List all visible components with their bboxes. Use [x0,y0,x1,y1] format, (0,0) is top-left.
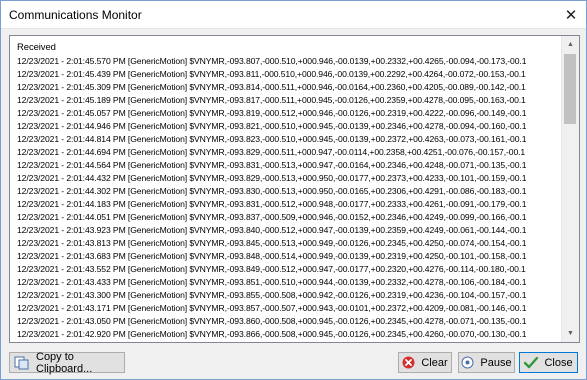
log-line: 12/23/2021 - 2:01:44.051 PM [GenericMoti… [17,212,527,222]
scroll-up-icon[interactable]: ▲ [562,36,579,53]
log-line: 12/23/2021 - 2:01:43.923 PM [GenericMoti… [17,225,527,235]
log-line: 12/23/2021 - 2:01:43.552 PM [GenericMoti… [17,264,526,274]
log-line: 12/23/2021 - 2:01:43.171 PM [GenericMoti… [17,303,527,313]
received-log-panel[interactable]: Received 12/23/2021 - 2:01:45.570 PM [Ge… [9,35,580,343]
log-line: 12/23/2021 - 2:01:44.564 PM [GenericMoti… [17,160,527,170]
log-line: 12/23/2021 - 2:01:45.439 PM [GenericMoti… [17,69,526,79]
pause-icon [461,356,474,369]
log-line: 12/23/2021 - 2:01:43.050 PM [GenericMoti… [17,316,527,326]
log-line: 12/23/2021 - 2:01:45.570 PM [GenericMoti… [17,56,527,66]
communications-monitor-window: Communications Monitor ✕ Received 12/23/… [0,0,587,380]
close-button[interactable]: Close [519,352,578,373]
clear-button[interactable]: Clear [398,352,452,373]
window-title: Communications Monitor [9,8,142,22]
clear-icon [402,356,415,369]
log-line: 12/23/2021 - 2:01:43.433 PM [GenericMoti… [17,277,527,287]
log-line: 12/23/2021 - 2:01:45.309 PM [GenericMoti… [17,82,526,92]
log-line: 12/23/2021 - 2:01:44.432 PM [GenericMoti… [17,173,527,183]
log-line: 12/23/2021 - 2:01:43.300 PM [GenericMoti… [17,290,527,300]
copy-to-clipboard-button[interactable]: Copy to Clipboard... [9,350,125,375]
checkmark-icon [524,356,539,369]
scroll-down-icon[interactable]: ▼ [562,325,579,342]
log-line: 12/23/2021 - 2:01:44.183 PM [GenericMoti… [17,199,527,209]
pause-button[interactable]: Pause [458,352,515,373]
scroll-thumb[interactable] [564,54,576,124]
log-line: 12/23/2021 - 2:01:42.920 PM [GenericMoti… [17,329,527,339]
log-line: 12/23/2021 - 2:01:45.057 PM [GenericMoti… [17,108,527,118]
log-header: Received [17,42,56,53]
vertical-scrollbar[interactable]: ▲ ▼ [561,36,579,342]
clear-button-label: Clear [421,356,448,369]
log-line: 12/23/2021 - 2:01:44.814 PM [GenericMoti… [17,134,527,144]
log-line: 12/23/2021 - 2:01:44.694 PM [GenericMoti… [17,147,526,157]
close-button-label: Close [544,356,573,369]
log-line: 12/23/2021 - 2:01:43.813 PM [GenericMoti… [17,238,527,248]
pause-button-label: Pause [480,356,512,369]
log-line: 12/23/2021 - 2:01:45.189 PM [GenericMoti… [17,95,526,105]
close-window-icon[interactable]: ✕ [556,1,586,28]
log-line: 12/23/2021 - 2:01:43.683 PM [GenericMoti… [17,251,527,261]
log-line: 12/23/2021 - 2:01:44.946 PM [GenericMoti… [17,121,527,131]
log-line: 12/23/2021 - 2:01:44.302 PM [GenericMoti… [17,186,527,196]
title-bar[interactable]: Communications Monitor ✕ [1,1,586,29]
copy-button-label: Copy to Clipboard... [36,350,93,375]
clipboard-icon [14,356,30,370]
log-list: Received 12/23/2021 - 2:01:45.570 PM [Ge… [10,36,562,342]
